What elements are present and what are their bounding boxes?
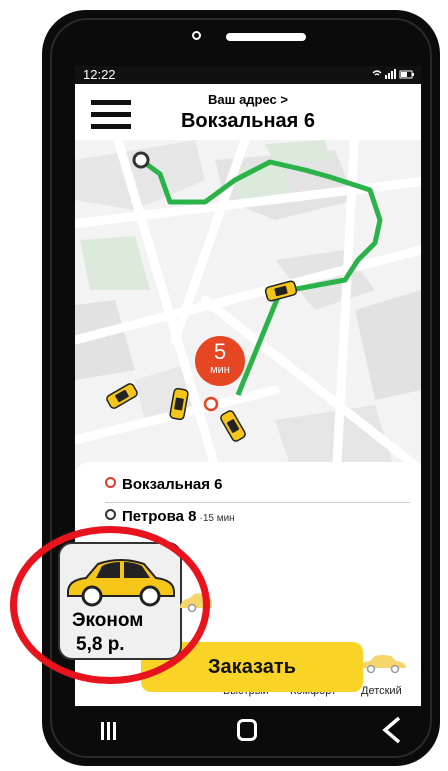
app-header: Ваш адрес > Вокзальная 6 (75, 84, 421, 140)
address-label[interactable]: Ваш адрес > (75, 92, 421, 107)
eta-badge: 5 мин (195, 336, 245, 386)
tariff-kids-label[interactable]: Детский (361, 685, 402, 697)
divider (105, 502, 410, 503)
destination-time: ·15 мин (199, 513, 235, 524)
front-camera (192, 31, 201, 40)
recent-apps-icon[interactable] (100, 720, 118, 742)
home-icon[interactable] (237, 719, 257, 741)
back-icon[interactable] (381, 716, 403, 744)
destination-address[interactable]: Петрова 8·15 мин (105, 508, 235, 525)
highlight-circle (10, 526, 210, 684)
eta-value: 5 (213, 339, 227, 364)
system-navbar (75, 706, 421, 756)
eta-unit: мин (210, 364, 230, 376)
speaker-grille (226, 33, 306, 41)
status-time: 12:22 (83, 67, 116, 82)
signal-battery-icon (372, 69, 414, 79)
route-map[interactable] (75, 140, 421, 490)
pickup-dot-icon (105, 477, 116, 488)
current-address[interactable]: Вокзальная 6 (75, 110, 421, 133)
pickup-address[interactable]: Вокзальная 6 (105, 476, 223, 493)
destination-dot-icon (105, 509, 116, 520)
kids-car-icon[interactable] (358, 652, 408, 674)
status-bar: 12:22 (75, 66, 421, 84)
status-icons (371, 68, 415, 83)
